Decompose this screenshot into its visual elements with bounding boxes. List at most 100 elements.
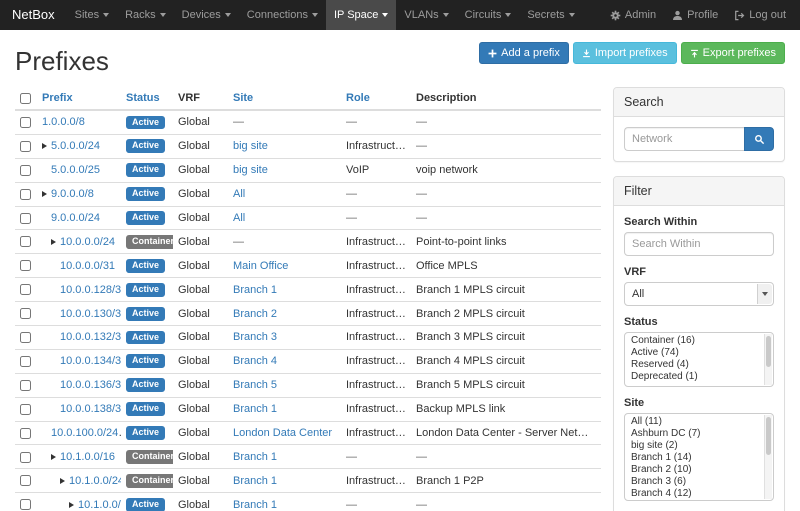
row-checkbox[interactable] xyxy=(20,380,31,391)
select-all-checkbox[interactable] xyxy=(20,93,31,104)
column-sort-link[interactable]: Role xyxy=(346,92,370,104)
row-checkbox[interactable] xyxy=(20,404,31,415)
row-checkbox[interactable] xyxy=(20,332,31,343)
column-sort-link[interactable]: Site xyxy=(233,92,253,104)
prefix-link[interactable]: 10.0.100.0/24 xyxy=(51,427,118,439)
prefix-cell: 10.0.0.130/31 xyxy=(37,302,121,326)
prefix-link[interactable]: 9.0.0.0/8 xyxy=(51,188,94,200)
table-row: 10.0.0.138/31ActiveGlobalBranch 1Infrast… xyxy=(15,397,601,421)
status-listbox[interactable]: Container (16)Active (74)Reserved (4)Dep… xyxy=(624,332,774,387)
site-link[interactable]: big site xyxy=(233,140,268,152)
site-link[interactable]: Branch 2 xyxy=(233,308,277,320)
row-checkbox[interactable] xyxy=(20,236,31,247)
row-checkbox[interactable] xyxy=(20,189,31,200)
listbox-option[interactable]: Deprecated (1) xyxy=(625,371,773,383)
site-link[interactable]: big site xyxy=(233,164,268,176)
prefix-link[interactable]: 10.1.0.0/24 xyxy=(69,475,121,487)
prefix-link[interactable]: 10.1.0.0/16 xyxy=(60,451,115,463)
nav-item-secrets[interactable]: Secrets xyxy=(519,0,582,30)
prefix-link[interactable]: 10.0.0.134/31 xyxy=(60,355,121,367)
nav-item-circuits[interactable]: Circuits xyxy=(457,0,520,30)
scrollbar[interactable] xyxy=(764,415,772,499)
prefix-link[interactable]: 1.0.0.0/8 xyxy=(42,116,85,128)
column-sort-link[interactable]: Status xyxy=(126,92,160,104)
prefix-link[interactable]: 10.0.0.128/31 xyxy=(60,284,121,296)
row-checkbox[interactable] xyxy=(20,428,31,439)
nav-item-vlans[interactable]: VLANs xyxy=(396,0,456,30)
listbox-option[interactable]: All (11) xyxy=(625,416,773,428)
nav-item-devices[interactable]: Devices xyxy=(174,0,239,30)
nav-admin[interactable]: Admin xyxy=(602,0,664,30)
listbox-option[interactable]: Container (16) xyxy=(625,335,773,347)
site-link[interactable]: Branch 1 xyxy=(233,403,277,415)
row-checkbox[interactable] xyxy=(20,117,31,128)
nav-item-sites[interactable]: Sites xyxy=(67,0,117,30)
chevron-down-icon xyxy=(382,13,388,17)
row-checkbox[interactable] xyxy=(20,452,31,463)
prefix-link[interactable]: 5.0.0.0/24 xyxy=(51,140,100,152)
site-listbox[interactable]: All (11)Ashburn DC (7)big site (2)Branch… xyxy=(624,413,774,501)
row-checkbox[interactable] xyxy=(20,499,31,510)
prefix-link[interactable]: 5.0.0.0/25 xyxy=(51,164,100,176)
prefix-link[interactable]: 10.0.0.130/31 xyxy=(60,308,121,320)
column-header-role[interactable]: Role xyxy=(341,87,411,110)
listbox-option[interactable]: Active (74) xyxy=(625,347,773,359)
site-link[interactable]: Branch 5 xyxy=(233,379,277,391)
search-input[interactable] xyxy=(624,127,744,151)
prefix-link[interactable]: 10.0.0.138/31 xyxy=(60,403,121,415)
row-checkbox[interactable] xyxy=(20,284,31,295)
prefix-link[interactable]: 10.0.0.0/31 xyxy=(60,260,115,272)
listbox-option[interactable]: Branch 5 (7) xyxy=(625,500,773,501)
prefix-link[interactable]: 10.0.0.136/31 xyxy=(60,379,121,391)
row-checkbox[interactable] xyxy=(20,475,31,486)
listbox-option[interactable]: Branch 3 (6) xyxy=(625,476,773,488)
add-prefix-button[interactable]: Add a prefix xyxy=(479,42,569,64)
nav-logout[interactable]: Log out xyxy=(726,0,794,30)
row-checkbox[interactable] xyxy=(20,308,31,319)
row-checkbox[interactable] xyxy=(20,141,31,152)
site-link[interactable]: All xyxy=(233,188,245,200)
site-link[interactable]: Branch 1 xyxy=(233,451,277,463)
site-link[interactable]: All xyxy=(233,212,245,224)
nav-item-ip-space[interactable]: IP Space xyxy=(326,0,396,30)
vrf-select[interactable]: All xyxy=(624,282,774,306)
column-header-status[interactable]: Status xyxy=(121,87,173,110)
brand[interactable]: NetBox xyxy=(0,0,67,30)
status-badge: Active xyxy=(126,211,165,225)
listbox-option[interactable]: Branch 4 (12) xyxy=(625,488,773,500)
column-header-site[interactable]: Site xyxy=(228,87,341,110)
prefix-link[interactable]: 9.0.0.0/24 xyxy=(51,212,100,224)
site-link[interactable]: Branch 1 xyxy=(233,499,277,511)
export-prefixes-button[interactable]: Export prefixes xyxy=(681,42,785,64)
listbox-option[interactable]: Branch 2 (10) xyxy=(625,464,773,476)
import-prefixes-button[interactable]: Import prefixes xyxy=(573,42,677,64)
listbox-option[interactable]: Branch 1 (14) xyxy=(625,452,773,464)
site-link[interactable]: Branch 4 xyxy=(233,355,277,367)
scrollbar[interactable] xyxy=(764,334,772,385)
listbox-option[interactable]: big site (2) xyxy=(625,440,773,452)
search-button[interactable] xyxy=(744,127,774,151)
site-cell: Branch 2 xyxy=(228,302,341,326)
site-link[interactable]: London Data Center xyxy=(233,427,332,439)
row-checkbox[interactable] xyxy=(20,165,31,176)
row-checkbox[interactable] xyxy=(20,213,31,224)
search-within-input[interactable] xyxy=(624,232,774,256)
nav-item-connections[interactable]: Connections xyxy=(239,0,326,30)
site-link[interactable]: Branch 1 xyxy=(233,475,277,487)
site-link[interactable]: Branch 1 xyxy=(233,284,277,296)
row-checkbox[interactable] xyxy=(20,260,31,271)
nav-item-racks[interactable]: Racks xyxy=(117,0,174,30)
prefix-link[interactable]: 10.0.0.0/24 xyxy=(60,236,115,248)
listbox-option[interactable]: Ashburn DC (7) xyxy=(625,428,773,440)
column-header-prefix[interactable]: Prefix xyxy=(37,87,121,110)
site-link[interactable]: Branch 3 xyxy=(233,331,277,343)
listbox-option[interactable]: Reserved (4) xyxy=(625,359,773,371)
column-sort-link[interactable]: Prefix xyxy=(42,92,73,104)
prefix-link[interactable]: 10.1.0.0/25 xyxy=(78,499,121,511)
nav-profile[interactable]: Profile xyxy=(664,0,726,30)
vrf-cell: Global xyxy=(173,493,228,511)
row-checkbox[interactable] xyxy=(20,356,31,367)
status-cell: Active xyxy=(121,373,173,397)
prefix-link[interactable]: 10.0.0.132/31 xyxy=(60,331,121,343)
site-link[interactable]: Main Office xyxy=(233,260,288,272)
